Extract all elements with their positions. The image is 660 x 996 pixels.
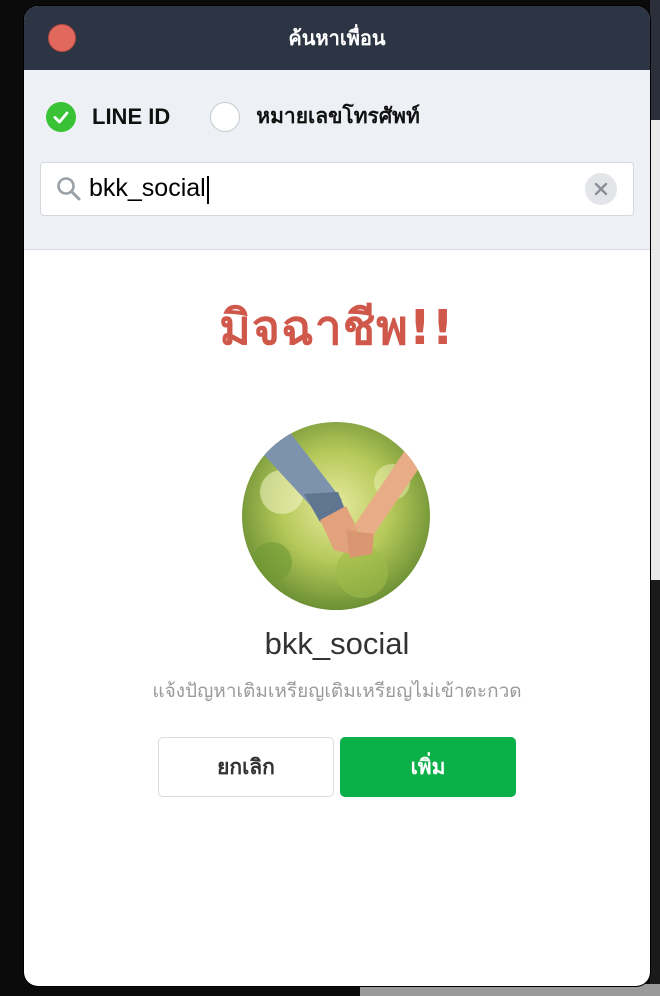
search-input-value: bkk_social	[89, 174, 206, 203]
text-caret	[206, 175, 209, 204]
status-message: แจ้งปัญหาเติมเหรียญเติมเหรียญไม่เข้าตะกว…	[152, 680, 522, 702]
desktop-background	[650, 0, 660, 120]
close-icon	[594, 182, 608, 196]
window-title: ค้นหาเพื่อน	[288, 26, 386, 50]
search-icon	[57, 177, 81, 201]
add-friend-button[interactable]: เพิ่ม	[340, 737, 516, 797]
avatar[interactable]	[242, 422, 430, 610]
search-panel: LINE ID หมายเลขโทรศัพท์ bkk_social	[24, 70, 650, 250]
radio-line-id[interactable]	[46, 101, 76, 132]
warning-text: มิจฉาชีพ!!	[219, 300, 455, 356]
radio-label-line-id[interactable]: LINE ID	[92, 104, 170, 130]
search-field[interactable]: bkk_social	[40, 162, 634, 216]
search-input[interactable]: bkk_social	[89, 174, 585, 204]
desktop-background	[650, 580, 660, 996]
search-result: มิจฉาชีพ!! bkk_social แจ้งปัญหาเติมเหรีย…	[24, 250, 650, 986]
profile-photo	[242, 422, 430, 610]
radio-label-phone-number[interactable]: หมายเลขโทรศัพท์	[256, 100, 420, 133]
checkmark-icon	[53, 111, 69, 123]
add-friend-window: ค้นหาเพื่อน LINE ID หมายเลขโทรศัพท์ bkk_…	[24, 6, 650, 986]
desktop-background	[650, 120, 660, 580]
username: bkk_social	[264, 626, 410, 661]
search-type-selector: LINE ID หมายเลขโทรศัพท์	[46, 100, 420, 133]
radio-phone-number[interactable]	[210, 101, 241, 132]
close-window-button[interactable]	[48, 24, 76, 52]
title-bar: ค้นหาเพื่อน	[24, 6, 650, 70]
clear-search-button[interactable]	[585, 173, 617, 205]
cancel-button[interactable]: ยกเลิก	[158, 737, 334, 797]
